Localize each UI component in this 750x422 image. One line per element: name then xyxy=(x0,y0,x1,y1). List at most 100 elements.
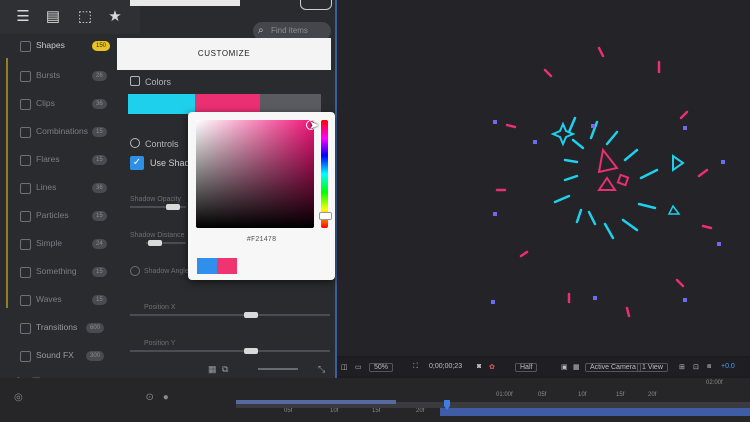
shadow-opacity-slider[interactable] xyxy=(130,204,186,210)
preview-old-color[interactable] xyxy=(197,258,217,274)
position-y-slider[interactable] xyxy=(130,348,330,354)
sidebar-item[interactable]: Sound FX 300 xyxy=(10,346,114,366)
center-triangles-pink xyxy=(597,147,630,191)
folder-icon xyxy=(20,211,31,222)
zoom-select[interactable]: 50% xyxy=(369,363,394,372)
star-icon[interactable]: ★ xyxy=(106,8,124,26)
export-icon[interactable]: ⬚ xyxy=(76,8,94,26)
controls-label-text: Controls xyxy=(145,139,179,149)
view-options-icon[interactable]: ⊞ xyxy=(679,363,685,371)
item-count-badge: 36 xyxy=(92,183,107,193)
param-position-x: Position X xyxy=(144,304,176,311)
colors-label-text: Colors xyxy=(145,77,172,87)
sidebar-item[interactable]: Particles 15 xyxy=(10,206,114,226)
triangle-shape-cyan xyxy=(672,154,685,172)
sidebar-item[interactable]: Clips 36 xyxy=(10,94,114,114)
item-count-badge: 300 xyxy=(86,351,105,361)
sidebar-item[interactable]: Waves 15 xyxy=(10,290,114,310)
link-icon[interactable]: ⧉ xyxy=(222,364,228,375)
color-wheel-icon[interactable]: ✿ xyxy=(489,363,495,371)
preview-new-color[interactable] xyxy=(217,258,237,274)
list-icon[interactable]: ▤ xyxy=(44,8,62,26)
sidebar-item-label: Flares xyxy=(36,154,60,164)
fit-icon[interactable]: ⛶ xyxy=(413,363,418,371)
timeline-tick-label: 01:00f xyxy=(496,392,513,398)
sidebar-item-label: Waves xyxy=(36,294,62,304)
controls-section-label: Controls xyxy=(130,138,179,149)
angle-dial-icon[interactable] xyxy=(130,266,140,276)
sidebar-item-label: Combinations xyxy=(36,126,88,136)
checkbox-check-icon: ✓ xyxy=(130,156,144,170)
folder-icon xyxy=(20,183,31,194)
hex-value[interactable]: #F21478 xyxy=(188,236,335,244)
layer-duration-bar[interactable] xyxy=(440,408,750,416)
gear-icon xyxy=(130,138,140,148)
resize-icon[interactable]: ⤡ xyxy=(318,364,325,375)
hue-knob[interactable] xyxy=(319,212,332,220)
region-icon[interactable]: ▣ xyxy=(561,363,568,371)
work-area-bar[interactable] xyxy=(236,400,396,404)
timeline-tick-label: 05f xyxy=(538,392,547,398)
swatch-cyan[interactable] xyxy=(128,94,195,114)
swatch-pink[interactable] xyxy=(195,94,260,114)
sidebar-item[interactable]: Something 15 xyxy=(10,262,114,282)
item-count-badge: 24 xyxy=(92,239,107,249)
top-strip xyxy=(130,0,240,6)
camera-select[interactable]: Active Camera xyxy=(585,363,641,372)
folder-icon xyxy=(20,295,31,306)
layer-switch-icon[interactable]: ⊙ xyxy=(146,392,154,403)
toggle-icon[interactable]: ◎ xyxy=(14,392,23,403)
timeline-icons: ◎ ⊙ ● xyxy=(14,392,169,403)
view-layout-select[interactable]: 1 View xyxy=(637,363,668,372)
timeline-tick-label: 05f xyxy=(284,408,293,414)
sidebar-item-label: Sound FX xyxy=(36,350,74,360)
grid-icon[interactable]: ▦ xyxy=(208,364,217,375)
monitor-icon[interactable]: ▭ xyxy=(355,363,362,371)
sidebar-item[interactable]: Flares 15 xyxy=(10,150,114,170)
item-count-badge: 15 xyxy=(92,155,107,165)
sidebar-item[interactable]: Lines 36 xyxy=(10,178,114,198)
timecode[interactable]: 0;00;00;23 xyxy=(429,363,462,370)
folder-icon xyxy=(20,41,31,52)
sidebar-item-label: Transitions xyxy=(36,322,78,332)
param-position-y: Position Y xyxy=(144,340,176,347)
timeline-tick-label: 20f xyxy=(416,408,425,414)
composition-viewer[interactable] xyxy=(337,0,750,356)
sidebar-item[interactable]: Simple 24 xyxy=(10,234,114,254)
comp-icon[interactable]: ◫ xyxy=(341,363,348,371)
footer-scrollbar[interactable] xyxy=(258,368,298,370)
resolution-select[interactable]: Half xyxy=(515,363,538,372)
folder-icon xyxy=(20,99,31,110)
solo-icon[interactable]: ● xyxy=(163,392,169,403)
shadow-distance-slider[interactable] xyxy=(146,240,186,246)
item-count-badge: 15 xyxy=(92,127,107,137)
grid-guides-icon[interactable]: ⊡ xyxy=(693,363,699,371)
timeline-tick-label: 15f xyxy=(372,408,381,414)
top-button[interactable] xyxy=(300,0,332,10)
viewer-toolbar: ◫ ▭ 50% ⛶ 0;00;00;23 ◙ ✿ Half ▣ ▦ Active… xyxy=(337,358,750,376)
item-count-badge: 36 xyxy=(92,99,107,109)
camera-icon[interactable]: ◙ xyxy=(477,363,481,370)
sidebar-item[interactable]: Bursts 26 xyxy=(10,66,114,86)
position-x-slider[interactable] xyxy=(130,312,330,318)
item-count-badge: 600 xyxy=(86,323,105,333)
sidebar-item[interactable]: Shapes 150 xyxy=(10,36,114,56)
sidebar-item-label: Simple xyxy=(36,238,62,248)
item-count-badge: 26 xyxy=(92,71,107,81)
sliders-icon[interactable]: ☰ xyxy=(14,8,32,26)
exposure-value[interactable]: +0.0 xyxy=(721,363,735,370)
folder-icon xyxy=(20,351,31,362)
item-count-badge: 15 xyxy=(92,211,107,221)
sidebar-item-label: Lines xyxy=(36,182,57,192)
transparency-icon[interactable]: ▦ xyxy=(573,363,580,371)
sidebar-item-label: Something xyxy=(36,266,77,276)
item-count-badge: 15 xyxy=(92,295,107,305)
saturation-value-area[interactable] xyxy=(196,120,314,228)
sidebar-item[interactable]: Transitions 600 xyxy=(10,318,114,338)
swatch-gray[interactable] xyxy=(260,94,321,114)
mouse-cursor-icon: ➤ xyxy=(309,118,320,132)
3d-icon[interactable]: ⧈ xyxy=(707,363,711,371)
panel-footer: ▦ ⧉ ⤡ xyxy=(200,364,330,374)
timeline-tick-label: 20f xyxy=(648,392,657,398)
sidebar-item[interactable]: Combinations 15 xyxy=(10,122,114,142)
